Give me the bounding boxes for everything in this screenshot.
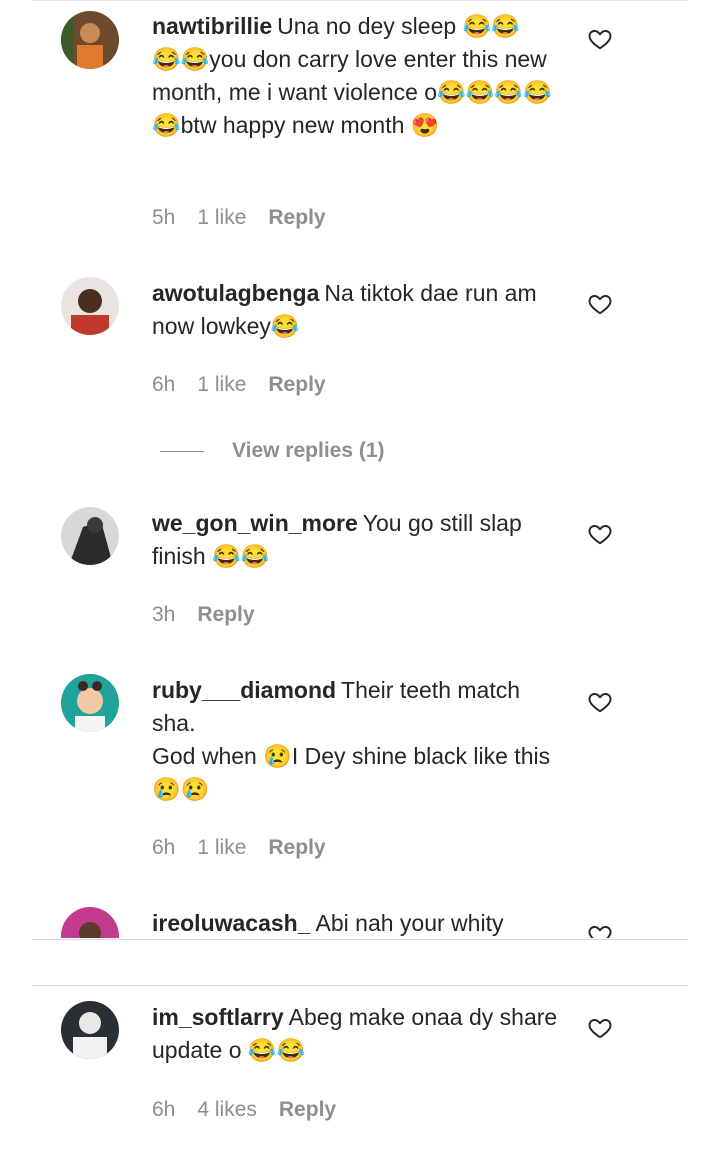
- like-button[interactable]: [587, 521, 613, 547]
- like-button[interactable]: [587, 689, 613, 715]
- like-button[interactable]: [587, 291, 613, 317]
- like-button[interactable]: [587, 922, 613, 938]
- comment-time: 5h: [152, 206, 176, 229]
- heart-outline-icon: [588, 693, 612, 713]
- reply-button[interactable]: Reply: [268, 373, 325, 397]
- heart-outline-icon: [588, 1019, 612, 1039]
- comment-likes[interactable]: 1 like: [197, 373, 246, 397]
- divider: [32, 939, 688, 940]
- reply-button[interactable]: Reply: [279, 1098, 336, 1122]
- comment-time: 6h: [152, 836, 176, 859]
- reply-button[interactable]: Reply: [197, 603, 254, 627]
- comment-username[interactable]: awotulagbenga: [152, 280, 319, 306]
- comment-time: 6h: [152, 1098, 176, 1121]
- comment-time: 3h: [152, 603, 176, 626]
- comment-username[interactable]: we_gon_win_more: [152, 510, 358, 536]
- like-button[interactable]: [587, 1015, 613, 1041]
- avatar[interactable]: [61, 507, 119, 565]
- comment-likes[interactable]: 1 like: [197, 206, 246, 230]
- heart-outline-icon: [588, 525, 612, 545]
- avatar[interactable]: [61, 1001, 119, 1059]
- comment-time: 6h: [152, 373, 176, 396]
- heart-outline-icon: [588, 30, 612, 50]
- avatar[interactable]: [61, 907, 119, 938]
- comment-username[interactable]: im_softlarry: [152, 1004, 284, 1030]
- comment-likes[interactable]: 4 likes: [197, 1098, 257, 1122]
- view-replies-button[interactable]: View replies (1): [160, 436, 385, 466]
- comment-item: ireoluwacash_ Abi nah your whity: [0, 900, 720, 938]
- heart-outline-icon: [588, 295, 612, 315]
- divider: [32, 985, 688, 986]
- avatar[interactable]: [61, 674, 119, 732]
- replies-divider: [160, 450, 204, 452]
- comment-username[interactable]: nawtibrillie: [152, 13, 272, 39]
- view-replies-label: View replies (1): [232, 439, 385, 462]
- reply-button[interactable]: Reply: [268, 206, 325, 230]
- avatar[interactable]: [61, 11, 119, 69]
- like-button[interactable]: [587, 26, 613, 52]
- reply-button[interactable]: Reply: [268, 836, 325, 860]
- comment-username[interactable]: ireoluwacash_: [152, 910, 311, 936]
- top-divider: [32, 0, 688, 1]
- comment-likes[interactable]: 1 like: [197, 836, 246, 860]
- avatar[interactable]: [61, 277, 119, 335]
- comment-username[interactable]: ruby___diamond: [152, 677, 336, 703]
- heart-outline-icon: [588, 926, 612, 938]
- comment-text: Abi nah your whity: [315, 910, 504, 936]
